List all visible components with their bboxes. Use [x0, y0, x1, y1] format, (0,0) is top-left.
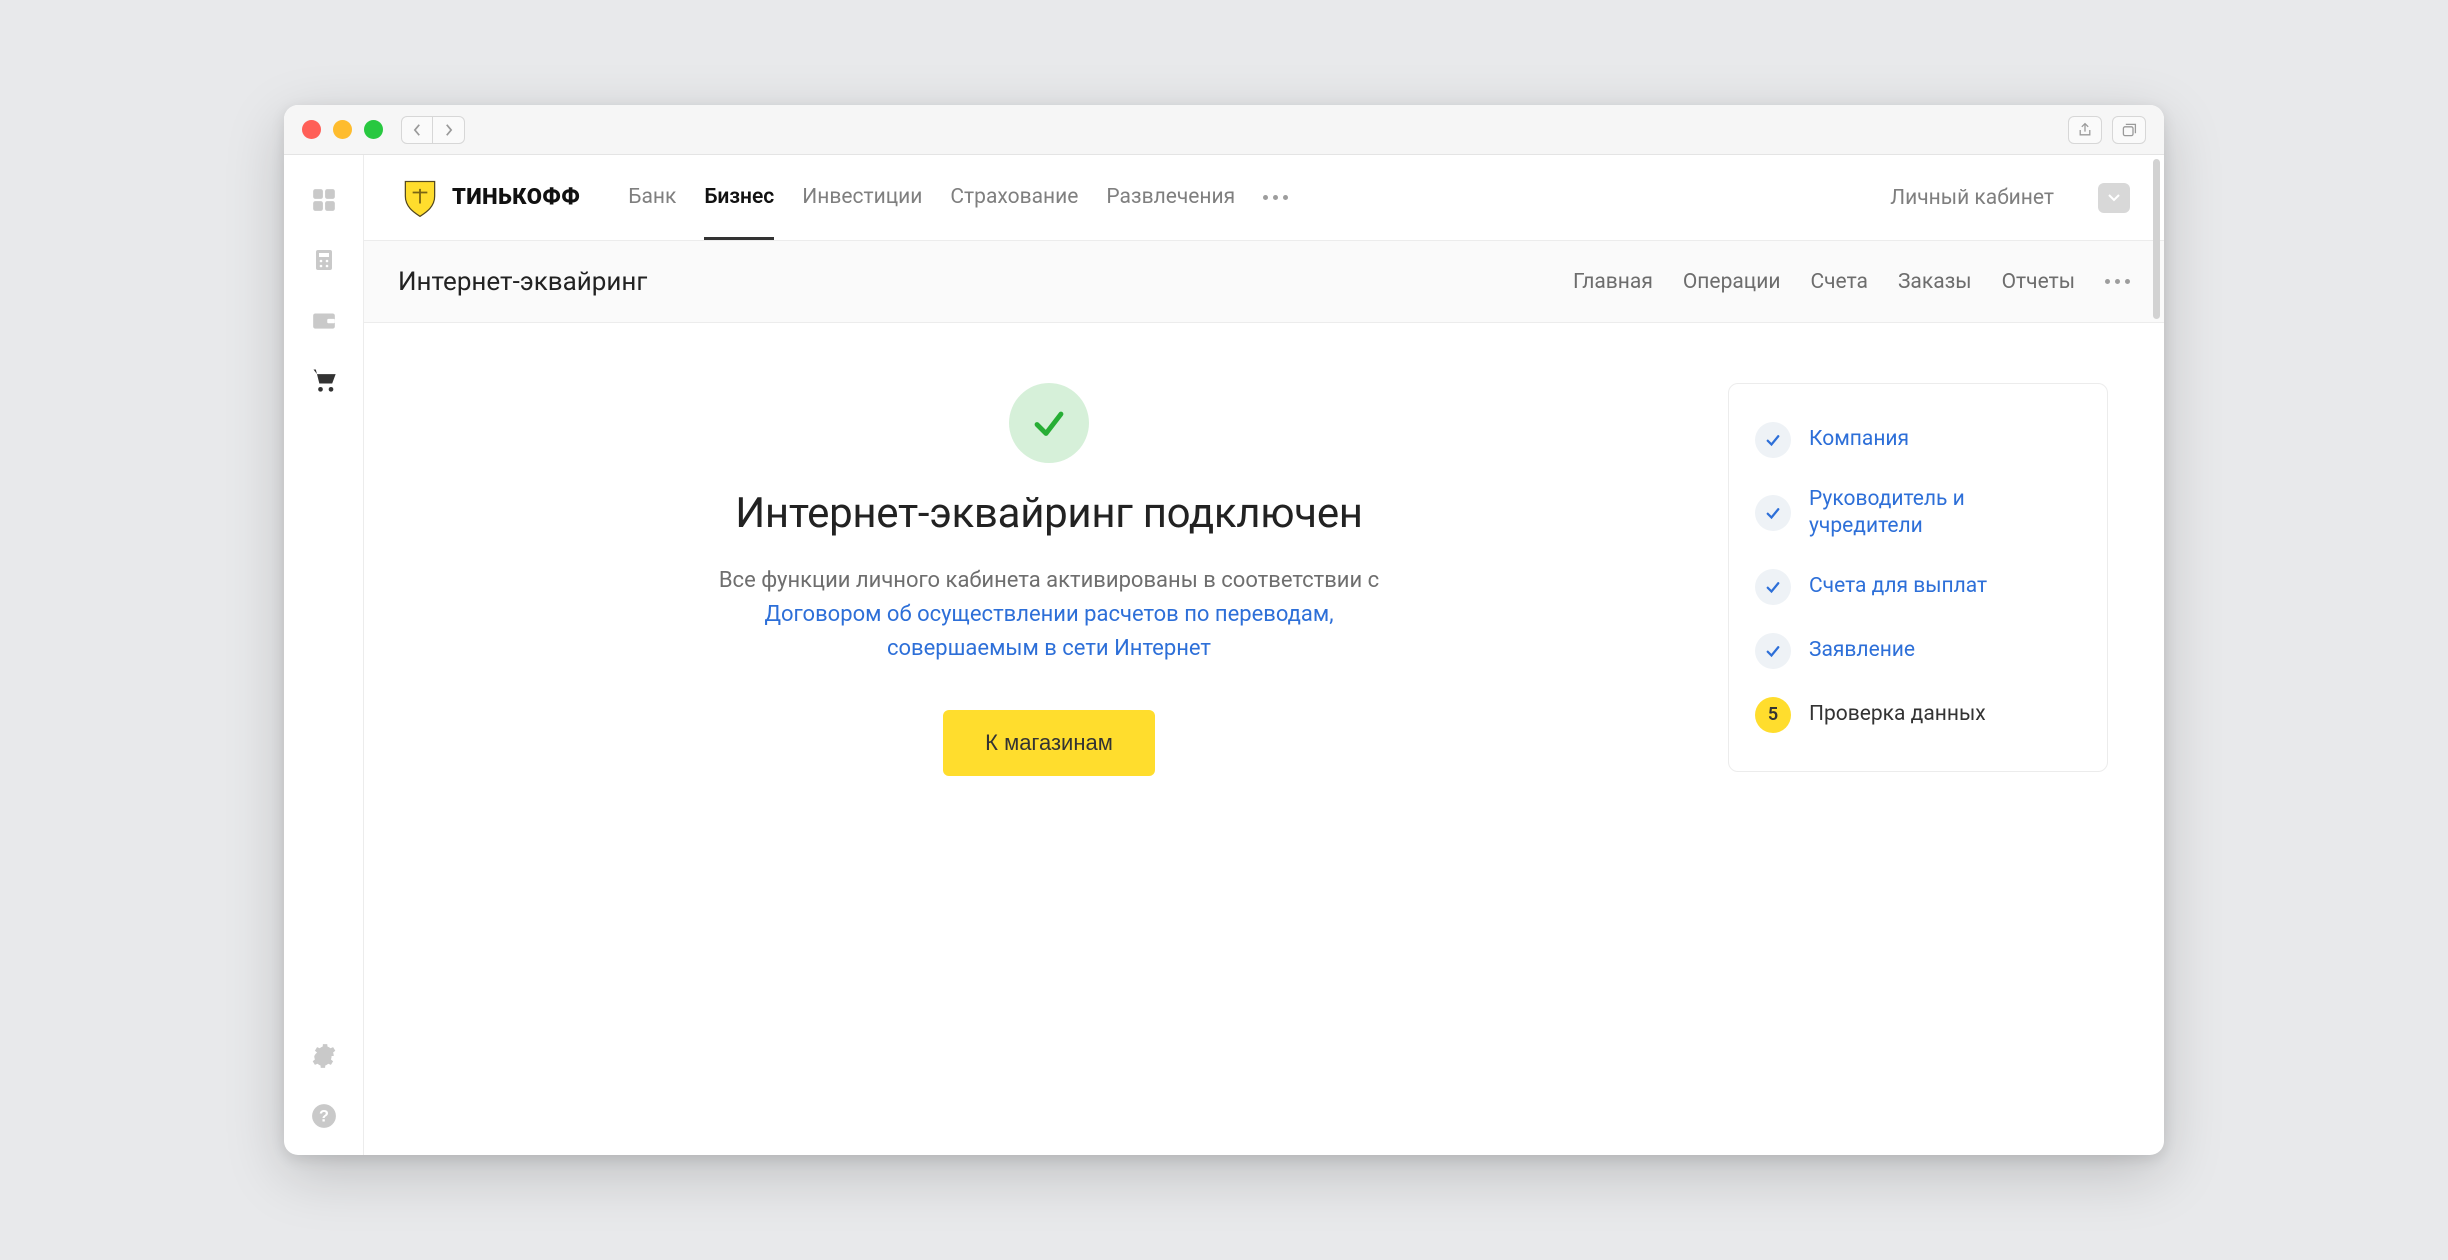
step-label: Руководитель и учредители	[1809, 486, 2081, 541]
nav-entertainment[interactable]: Развлечения	[1106, 155, 1235, 240]
agreement-link[interactable]: Договором об осуществлении расчетов по п…	[764, 602, 1333, 661]
step-label: Проверка данных	[1809, 701, 1986, 728]
help-icon[interactable]: ?	[309, 1101, 339, 1131]
product-sidebar: ?	[284, 155, 364, 1155]
tab-orders[interactable]: Заказы	[1898, 270, 1972, 294]
tab-reports[interactable]: Отчеты	[2002, 270, 2075, 294]
check-icon	[1755, 495, 1791, 531]
check-icon	[1755, 633, 1791, 669]
section-more-icon[interactable]	[2105, 279, 2130, 284]
to-shops-button[interactable]: К магазинам	[943, 710, 1155, 776]
step-label: Заявление	[1809, 637, 1915, 664]
nav-investments[interactable]: Инвестиции	[802, 155, 922, 240]
window-titlebar	[284, 105, 2164, 155]
success-icon	[1009, 383, 1089, 463]
section-nav: Интернет-эквайринг Главная Операции Счет…	[364, 241, 2164, 323]
nav-business[interactable]: Бизнес	[704, 155, 774, 240]
close-button[interactable]	[302, 120, 321, 139]
check-icon	[1755, 422, 1791, 458]
nav-back-forward	[401, 116, 465, 144]
success-headline: Интернет-эквайринг подключен	[735, 489, 1362, 538]
nav-back-button[interactable]	[401, 116, 433, 144]
cabinet-toggle[interactable]	[2098, 183, 2130, 213]
svg-text:?: ?	[319, 1107, 329, 1125]
maximize-button[interactable]	[364, 120, 383, 139]
step-application[interactable]: Заявление	[1755, 619, 2081, 683]
scrollbar[interactable]	[2153, 159, 2160, 319]
share-button[interactable]	[2068, 116, 2102, 144]
tab-accounts[interactable]: Счета	[1810, 270, 1867, 294]
brand-name: ТИНЬКОФФ	[452, 185, 580, 210]
progress-card: Компания Руководитель и учредители Счета…	[1728, 383, 2108, 772]
nav-insurance[interactable]: Страхование	[950, 155, 1078, 240]
step-verification: 5 Проверка данных	[1755, 683, 2081, 747]
check-icon	[1755, 569, 1791, 605]
desc-prefix: Все функции личного кабинета активирован…	[719, 568, 1379, 593]
cart-icon[interactable]	[309, 365, 339, 395]
settings-icon[interactable]	[309, 1041, 339, 1071]
calculator-icon[interactable]	[309, 245, 339, 275]
apps-icon[interactable]	[309, 185, 339, 215]
step-label: Счета для выплат	[1809, 573, 1987, 600]
brand[interactable]: ТИНЬКОФФ	[398, 176, 580, 220]
minimize-button[interactable]	[333, 120, 352, 139]
step-management[interactable]: Руководитель и учредители	[1755, 472, 2081, 555]
step-payout-accounts[interactable]: Счета для выплат	[1755, 555, 2081, 619]
tabs-overview-button[interactable]	[2112, 116, 2146, 144]
nav-more-icon[interactable]	[1263, 195, 1288, 200]
step-company[interactable]: Компания	[1755, 408, 2081, 472]
nav-forward-button[interactable]	[433, 116, 465, 144]
browser-window: ? ТИНЬКОФФ Банк Би	[284, 105, 2164, 1155]
step-number-badge: 5	[1755, 697, 1791, 733]
tab-main[interactable]: Главная	[1573, 270, 1653, 294]
brand-logo-icon	[398, 176, 442, 220]
traffic-lights	[302, 120, 383, 139]
wallet-icon[interactable]	[309, 305, 339, 335]
global-nav: ТИНЬКОФФ Банк Бизнес Инвестиции Страхова…	[364, 155, 2164, 241]
step-label: Компания	[1809, 426, 1909, 453]
tab-operations[interactable]: Операции	[1683, 270, 1781, 294]
page-title: Интернет-эквайринг	[398, 267, 647, 297]
main-content: Интернет-эквайринг подключен Все функции…	[364, 323, 2164, 836]
nav-cabinet[interactable]: Личный кабинет	[1890, 186, 2054, 210]
nav-bank[interactable]: Банк	[628, 155, 676, 240]
success-description: Все функции личного кабинета активирован…	[689, 564, 1409, 666]
